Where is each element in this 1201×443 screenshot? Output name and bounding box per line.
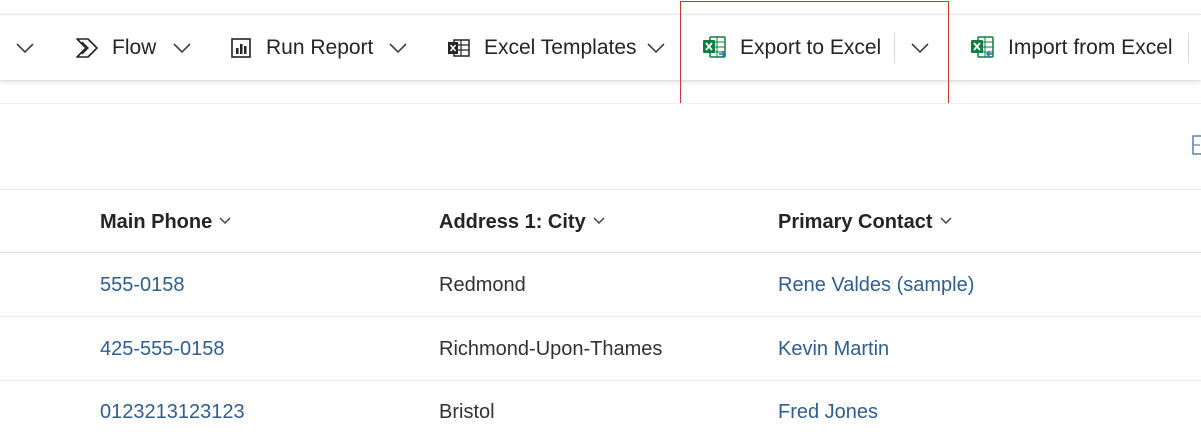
column-header-label: Primary Contact [778,210,933,233]
primary-contact-link[interactable]: Fred Jones [778,381,878,443]
export-to-excel-dropdown-button[interactable] [907,15,933,81]
run-report-button[interactable]: Run Report [228,15,373,81]
primary-contact-link[interactable]: Rene Valdes (sample) [778,254,974,317]
excel-import-icon [970,35,996,61]
table-row[interactable]: 0123213123123 Bristol Fred Jones [0,381,1201,443]
split-divider [894,33,895,63]
phone-link[interactable]: 0123213123123 [100,381,245,443]
phone-link[interactable]: 425-555-0158 [100,318,225,381]
view-header-band [0,103,1201,189]
chevron-down-icon [939,217,952,227]
chevron-down-icon [911,42,929,53]
chevron-down-icon [173,42,191,53]
excel-export-icon [702,35,728,61]
export-to-excel-button[interactable]: Export to Excel [702,15,881,81]
table-row[interactable]: 425-555-0158 Richmond-Upon-Thames Kevin … [0,318,1201,381]
column-header-label: Main Phone [100,210,213,233]
column-header-label: Address 1: City [439,210,586,233]
column-header-main-phone[interactable]: Main Phone [100,190,231,254]
command-bar: Flow Run Report Excel Templates Export t… [0,14,1201,80]
city-cell: Bristol [439,401,495,423]
chevron-down-icon [219,217,231,227]
overflow-chevron-button[interactable] [12,15,38,81]
city-cell: Redmond [439,274,526,296]
report-icon [228,35,254,61]
toolbar-divider [1188,33,1189,63]
city-cell: Richmond-Upon-Thames [439,338,663,360]
excel-templates-icon [446,35,472,61]
table-row[interactable]: 555-0158 Redmond Rene Valdes (sample) [0,254,1201,317]
flow-label: Flow [112,36,157,59]
chevron-down-icon [647,42,665,53]
import-from-excel-button[interactable]: Import from Excel [970,15,1173,81]
flow-icon [74,35,100,61]
chevron-down-icon [389,42,407,53]
column-header-primary-contact[interactable]: Primary Contact [778,190,952,254]
grid-header: Main Phone Address 1: City Primary Conta… [0,189,1201,253]
flow-button[interactable]: Flow [74,15,156,81]
run-report-dropdown-button[interactable] [385,15,411,81]
phone-link[interactable]: 555-0158 [100,254,185,317]
run-report-label: Run Report [266,36,374,59]
import-from-excel-label: Import from Excel [1008,36,1173,59]
flow-dropdown-button[interactable] [169,15,195,81]
chevron-down-icon [16,42,34,53]
excel-templates-label: Excel Templates [484,36,637,59]
edit-columns-icon[interactable] [1192,135,1201,155]
excel-templates-dropdown-button[interactable] [643,15,669,81]
primary-contact-link[interactable]: Kevin Martin [778,318,889,381]
export-to-excel-label: Export to Excel [740,36,882,59]
excel-templates-button[interactable]: Excel Templates [446,15,637,81]
chevron-down-icon [593,217,605,227]
column-header-city[interactable]: Address 1: City [439,190,605,254]
